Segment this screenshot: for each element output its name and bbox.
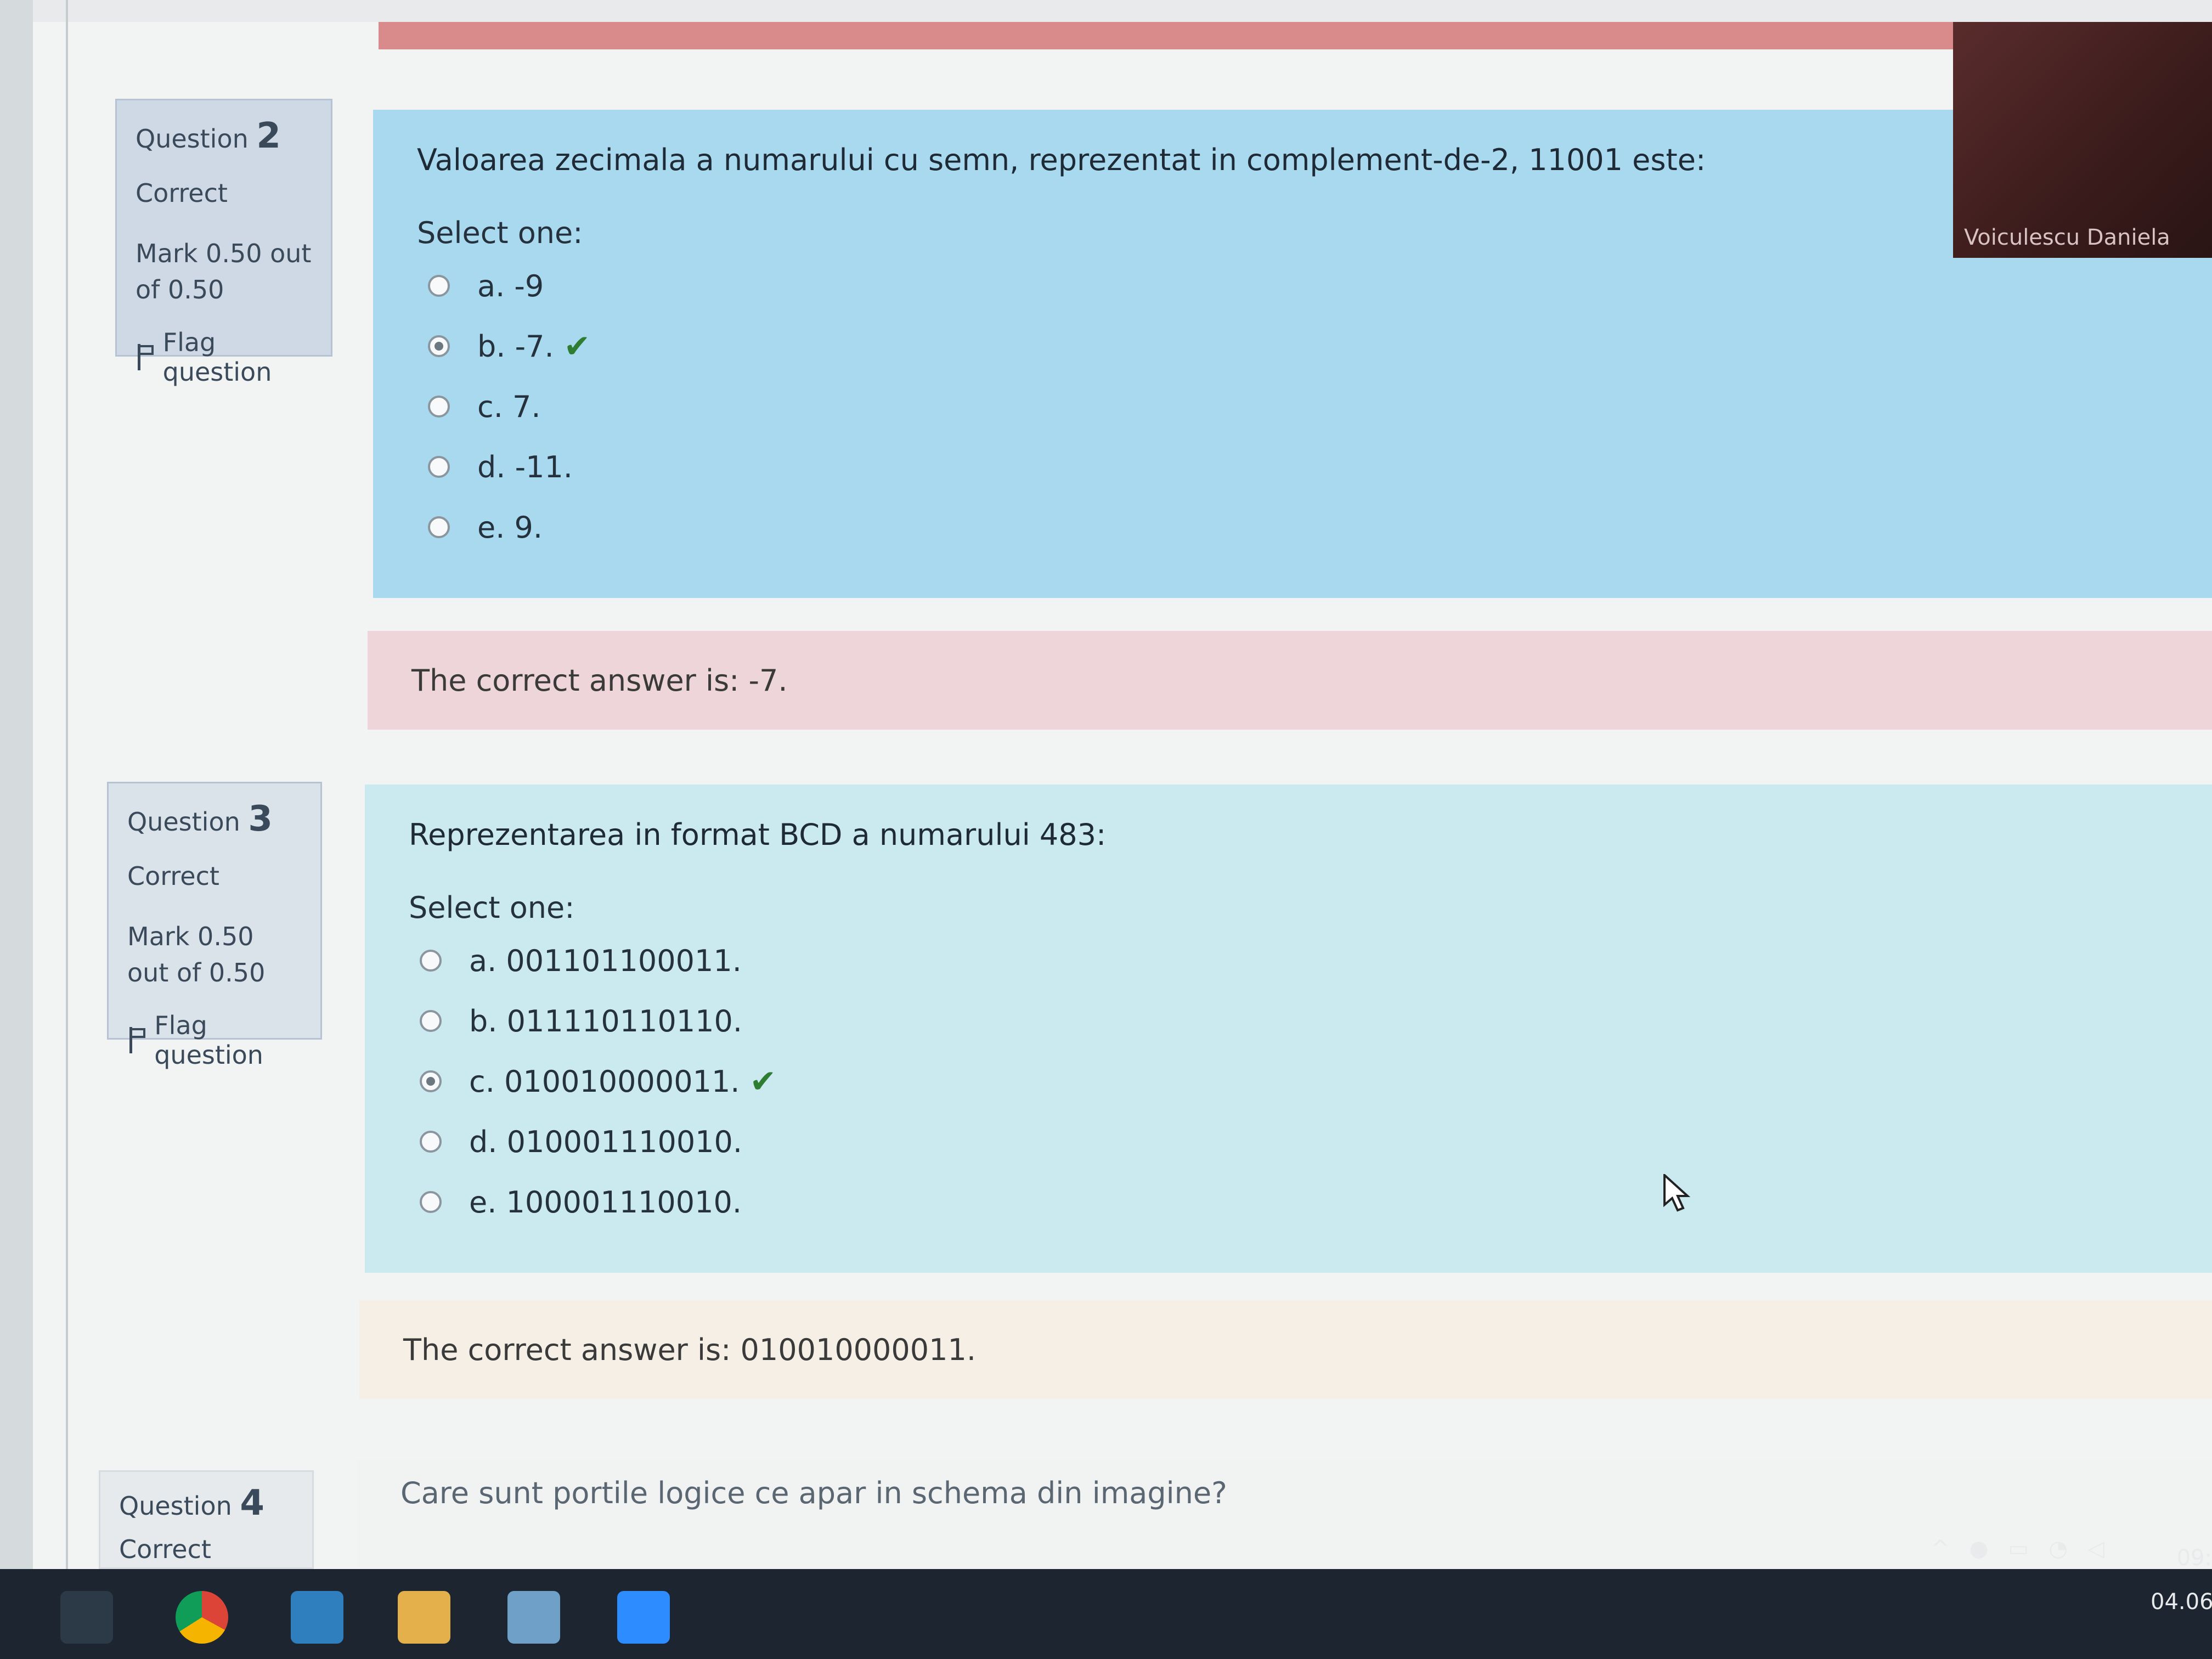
answer-label: e. 9. xyxy=(477,510,543,545)
participant-name: Voiculescu Daniela xyxy=(1964,225,2170,250)
answer-label: c. 7. xyxy=(477,389,541,424)
top-strip xyxy=(0,0,2212,22)
question-number: Question 3 xyxy=(127,799,302,839)
chrome-icon[interactable] xyxy=(176,1591,228,1644)
microphone-icon[interactable]: ● xyxy=(1970,1536,1989,1561)
select-one-prompt: Select one: xyxy=(417,216,583,250)
question-text: Care sunt portile logice ce apar in sche… xyxy=(400,1476,1227,1510)
question-number: Question 2 xyxy=(136,116,312,156)
answer-list: a. 001101100011. b. 011110110110. c. 010… xyxy=(409,930,2168,1232)
zoom-icon[interactable] xyxy=(617,1591,670,1644)
question-info-3: Question 3 Correct Mark 0.50 out of 0.50… xyxy=(107,782,322,1070)
answer-option-e[interactable]: e. 9. xyxy=(417,497,2168,557)
flag-question-label: Flag question xyxy=(154,1011,263,1070)
question-feedback-3: The correct answer is: 010010000011. xyxy=(359,1300,2212,1399)
answer-label: b. -7. xyxy=(477,329,554,364)
question-number-value: 3 xyxy=(248,799,273,839)
flag-icon xyxy=(127,1027,146,1053)
question-text: Reprezentarea in format BCD a numarului … xyxy=(409,817,1107,852)
answer-option-a[interactable]: a. -9 xyxy=(417,256,2168,316)
wifi-icon[interactable]: ◔ xyxy=(2049,1536,2068,1561)
flag-question-button[interactable]: Flag question xyxy=(127,1011,302,1070)
question-info-2: Question 2 Correct Mark 0.50 out of 0.50… xyxy=(115,99,332,387)
answer-option-e[interactable]: e. 100001110010. xyxy=(409,1172,2168,1232)
question-info-4: Question 4 Correct xyxy=(99,1470,314,1569)
question-text: Valoarea zecimala a numarului cu semn, r… xyxy=(417,143,1706,177)
radio-button[interactable] xyxy=(428,396,450,417)
answer-label: a. 001101100011. xyxy=(469,943,742,978)
radio-button[interactable] xyxy=(428,516,450,538)
question-label: Question xyxy=(136,124,249,154)
radio-button-selected[interactable] xyxy=(428,335,450,357)
paint-icon[interactable] xyxy=(507,1591,560,1644)
clock-date: 04.06. xyxy=(2151,1589,2212,1615)
flag-question-button[interactable]: Flag question xyxy=(136,328,312,387)
radio-button[interactable] xyxy=(420,1191,442,1213)
answer-option-a[interactable]: a. 001101100011. xyxy=(409,930,2168,991)
question-state: Correct xyxy=(127,861,219,891)
left-rail-divider xyxy=(66,0,68,1569)
question-number-value: 2 xyxy=(256,116,281,156)
volume-icon[interactable]: ◁ xyxy=(2087,1536,2104,1561)
answer-label: a. -9 xyxy=(477,268,544,303)
question-number: Question 4 xyxy=(119,1483,294,1523)
left-rail xyxy=(0,0,33,1569)
answer-option-c[interactable]: c. 010010000011. ✔ xyxy=(409,1051,2168,1111)
previous-feedback-strip xyxy=(379,22,1953,49)
answer-label: c. 010010000011. xyxy=(469,1064,740,1099)
question-grade: Mark 0.50 out of 0.50 xyxy=(127,922,266,988)
radio-button[interactable] xyxy=(420,1010,442,1032)
question-formulation-3: Reprezentarea in format BCD a numarului … xyxy=(365,785,2212,1273)
answer-label: d. 010001110010. xyxy=(469,1124,743,1159)
question-feedback-2: The correct answer is: -7. xyxy=(368,631,2212,730)
check-icon: ✔ xyxy=(563,328,591,365)
radio-button-selected[interactable] xyxy=(420,1070,442,1092)
app-icon[interactable] xyxy=(291,1591,343,1644)
question-grade: Mark 0.50 out of 0.50 xyxy=(136,239,312,304)
answer-option-b[interactable]: b. -7. ✔ xyxy=(417,316,2168,376)
answer-option-d[interactable]: d. -11. xyxy=(417,437,2168,497)
quiz-page: Question 2 Correct Mark 0.50 out of 0.50… xyxy=(0,0,2212,1569)
question-formulation-2: Valoarea zecimala a numarului cu semn, r… xyxy=(373,110,2212,598)
check-icon: ✔ xyxy=(749,1063,777,1100)
clock[interactable]: 09: 04.06. xyxy=(2151,1536,2212,1624)
question-label: Question xyxy=(119,1491,232,1521)
radio-button[interactable] xyxy=(420,950,442,972)
select-one-prompt: Select one: xyxy=(409,890,575,925)
answer-label: d. -11. xyxy=(477,449,573,484)
webcam-preview[interactable]: Voiculescu Daniela xyxy=(1953,22,2212,258)
question-number-value: 4 xyxy=(240,1483,264,1523)
radio-button[interactable] xyxy=(428,456,450,478)
question-label: Question xyxy=(127,807,240,837)
question-state: Correct xyxy=(136,178,228,208)
answer-label: e. 100001110010. xyxy=(469,1184,742,1220)
system-tray: ^ ● ▭ ◔ ◁ xyxy=(1931,1536,2104,1561)
flag-icon xyxy=(136,344,154,370)
chevron-up-icon[interactable]: ^ xyxy=(1931,1536,1950,1561)
correct-answer-text: The correct answer is: -7. xyxy=(411,663,788,698)
radio-button[interactable] xyxy=(428,275,450,297)
clock-time: 09: xyxy=(2176,1545,2212,1571)
answer-option-c[interactable]: c. 7. xyxy=(417,376,2168,437)
answer-list: a. -9 b. -7. ✔ c. 7. d. -11. e. 9. xyxy=(417,256,2168,557)
answer-label: b. 011110110110. xyxy=(469,1003,743,1039)
question-state: Correct xyxy=(119,1534,211,1564)
radio-button[interactable] xyxy=(420,1131,442,1153)
file-explorer-icon[interactable] xyxy=(398,1591,450,1644)
battery-icon[interactable]: ▭ xyxy=(2008,1536,2029,1561)
correct-answer-text: The correct answer is: 010010000011. xyxy=(403,1332,976,1367)
mouse-cursor-icon xyxy=(1663,1174,1691,1212)
answer-option-b[interactable]: b. 011110110110. xyxy=(409,991,2168,1051)
task-view-icon[interactable] xyxy=(60,1591,113,1644)
flag-question-label: Flag question xyxy=(162,328,272,387)
answer-option-d[interactable]: d. 010001110010. xyxy=(409,1111,2168,1172)
